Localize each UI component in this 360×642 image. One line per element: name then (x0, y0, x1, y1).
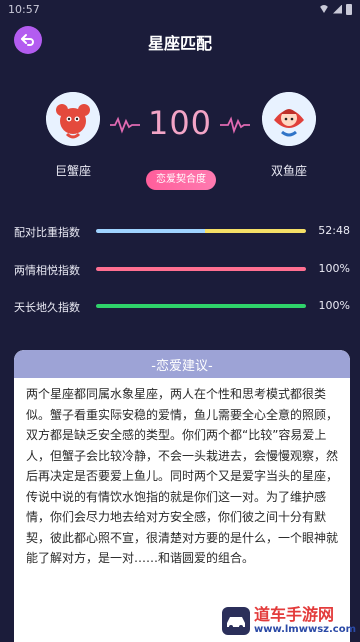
header: 星座匹配 (0, 24, 360, 58)
right-sign-name: 双鱼座 (270, 164, 307, 178)
pisces-avatar-icon (262, 92, 316, 146)
advice-text: 两个星座都同属水象星座，两人在个性和思考模式都很类似。蟹子看重实际安稳的爱情，鱼… (26, 387, 339, 565)
battery-icon (346, 3, 352, 15)
metric-label: 天长地久指数 (14, 301, 80, 314)
metric-bar (96, 267, 306, 271)
metric-bar-fill (96, 304, 306, 308)
metric-row-longevity: 天长地久指数 100% (14, 297, 350, 317)
watermark-sub: www.lmwwsz.com (254, 624, 356, 635)
metric-bar-fill (96, 229, 306, 233)
watermark-main: 道车手游网 (254, 605, 335, 624)
metric-row-affection: 两情相悦指数 100% (14, 260, 350, 280)
status-bar: 10:57 (0, 0, 360, 18)
metric-bar (96, 229, 306, 233)
metric-row-ratio: 配对比重指数 52:48 (14, 222, 350, 242)
cancer-avatar-icon (46, 92, 100, 146)
compatibility-badge: 恋爱契合度 (146, 170, 216, 190)
status-time: 10:57 (8, 2, 40, 16)
match-panel: 巨蟹座 100 双鱼座 恋爱契合度 (0, 90, 360, 200)
advice-title: -恋爱建议- (14, 350, 350, 378)
watermark-text: 道车手游网 www.lmwwsz.com (254, 606, 356, 636)
left-sign-name: 巨蟹座 (54, 164, 91, 178)
metric-bar-fill (96, 267, 306, 271)
metric-label: 配对比重指数 (14, 226, 80, 239)
metric-bar (96, 304, 306, 308)
metric-value: 100% (318, 262, 350, 275)
status-icons (319, 3, 352, 15)
watermark: 道车手游网 www.lmwwsz.com (222, 606, 356, 636)
wifi-icon (319, 5, 329, 13)
metric-label: 两情相悦指数 (14, 264, 80, 277)
signal-icon (333, 4, 342, 14)
advice-card: -恋爱建议- 两个星座都同属水象星座，两人在个性和思考模式都很类似。蟹子看重实际… (14, 350, 350, 642)
watermark-car-icon (222, 607, 250, 635)
page-title: 星座匹配 (147, 34, 212, 53)
heartbeat-right-icon (220, 116, 250, 134)
metric-value: 100% (318, 299, 350, 312)
match-score: 100 (147, 104, 213, 142)
metric-value: 52:48 (318, 224, 350, 237)
